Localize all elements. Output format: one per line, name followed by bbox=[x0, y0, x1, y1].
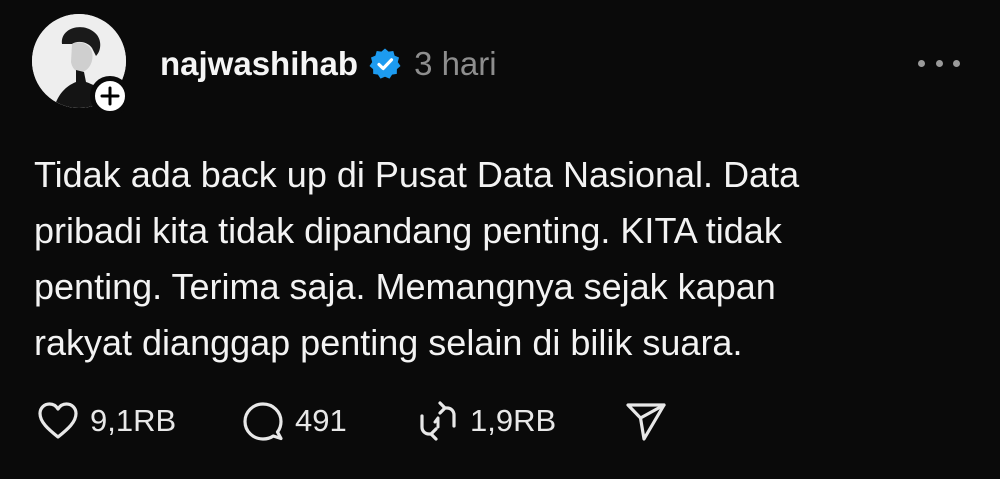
send-icon bbox=[626, 403, 666, 441]
like-button[interactable]: 9,1RB bbox=[34, 397, 239, 445]
post-text-line: rakyat dianggap penting selain di bilik … bbox=[34, 322, 743, 363]
follow-button[interactable] bbox=[90, 76, 130, 116]
verified-badge-icon bbox=[368, 47, 402, 81]
avatar-container[interactable] bbox=[32, 14, 130, 116]
more-options-button[interactable] bbox=[918, 51, 960, 75]
plus-icon bbox=[100, 86, 120, 106]
more-dots-icon bbox=[918, 59, 925, 67]
post-header: najwashihab 3 hari bbox=[160, 42, 497, 86]
reply-count: 491 bbox=[295, 403, 347, 438]
repost-button[interactable]: 1,9RB bbox=[414, 397, 622, 445]
reply-button[interactable]: 491 bbox=[239, 397, 414, 445]
more-dots-icon bbox=[935, 59, 943, 67]
post-text: Tidak ada back up di Pusat Data Nasional… bbox=[34, 147, 934, 371]
post-actions: 9,1RB 491 1,9RB bbox=[34, 396, 670, 446]
more-dots-icon bbox=[953, 59, 960, 67]
share-button[interactable] bbox=[622, 397, 670, 445]
post-text-line: penting. Terima saja. Memangnya sejak ka… bbox=[34, 266, 776, 307]
username[interactable]: najwashihab bbox=[160, 45, 358, 83]
repost-count: 1,9RB bbox=[470, 403, 557, 438]
post-text-line: Tidak ada back up di Pusat Data Nasional… bbox=[34, 154, 800, 195]
post-time: 3 hari bbox=[414, 45, 497, 82]
comment-bubble-icon bbox=[243, 402, 283, 441]
repost-icon bbox=[420, 401, 456, 441]
post-text-line: pribadi kita tidak dipandang penting. KI… bbox=[34, 210, 782, 251]
like-count: 9,1RB bbox=[90, 403, 177, 438]
heart-icon bbox=[38, 402, 78, 439]
